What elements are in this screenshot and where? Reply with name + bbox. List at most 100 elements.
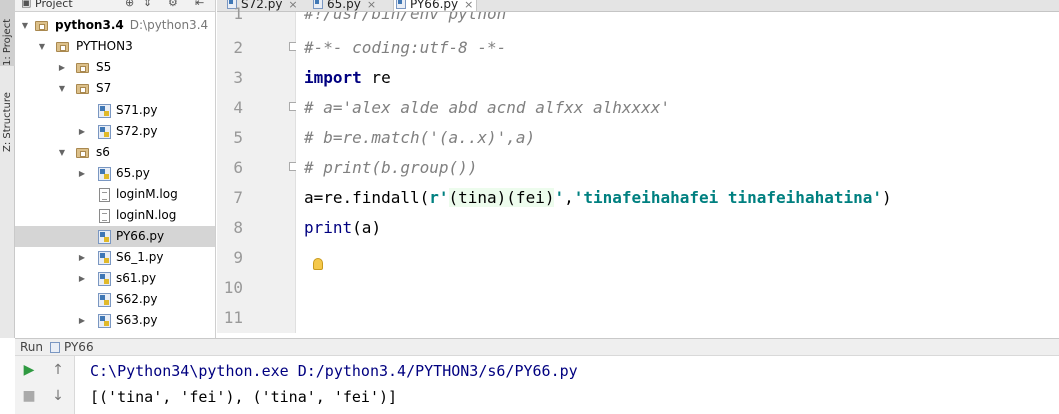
tree-item-label: PY66.py xyxy=(116,229,165,243)
tree-file-s63[interactable]: ▶ S63.py xyxy=(15,310,215,331)
keyword-import: import xyxy=(304,68,362,87)
gear-icon[interactable]: ⚙ xyxy=(168,0,178,9)
line-number: 5 xyxy=(233,128,243,147)
tree-item-label: S6_1.py xyxy=(116,250,164,264)
expand-arrow-icon[interactable]: ▼ xyxy=(37,36,47,57)
line-number: 7 xyxy=(233,188,243,207)
tab-py66[interactable]: PY66.py × xyxy=(393,0,477,11)
tree-file-s72[interactable]: ▶ S72.py xyxy=(15,121,215,142)
run-toolbar: ▶ ↑ ■ ↓ xyxy=(15,356,75,414)
tree-file-loginm[interactable]: loginM.log xyxy=(15,184,215,205)
tree-folder-python3[interactable]: ▼ PYTHON3 xyxy=(15,36,215,57)
folder-icon xyxy=(35,21,48,31)
tree-item-label: loginN.log xyxy=(116,208,177,222)
tree-root-python34[interactable]: ▼ python3.4 D:\python3.4 xyxy=(15,15,215,36)
code-text: a=re.findall( xyxy=(304,188,430,207)
tool-window-strip: 1: Project Z: Structure xyxy=(0,0,15,338)
string-literal: 'tinafeihahafei tinafeihahatina' xyxy=(573,188,882,207)
project-tool-tab-label: 1: Project xyxy=(2,18,13,66)
code-line-7: a=re.findall(r'(tina)(fei)','tinafeihaha… xyxy=(304,188,892,207)
close-icon[interactable]: × xyxy=(288,0,297,11)
tree-item-label: loginM.log xyxy=(116,187,178,201)
log-file-icon xyxy=(99,209,110,223)
hide-icon[interactable]: ⇤ xyxy=(195,0,204,9)
editor-tab-bar: S72.py × 65.py × PY66.py × xyxy=(217,0,1059,12)
tree-file-s61[interactable]: ▶ s61.py xyxy=(15,268,215,289)
collapse-arrow-icon[interactable]: ▶ xyxy=(77,247,87,268)
tree-item-label: s61.py xyxy=(116,271,157,285)
run-console[interactable]: C:\Python34\python.exe D:/python3.4/PYTH… xyxy=(76,356,1059,414)
target-icon[interactable]: ⊕ xyxy=(125,0,134,9)
code-line-2: #-*- coding:utf-8 -*- xyxy=(304,38,507,57)
line-number: 4 xyxy=(233,98,243,117)
code-line-3: import re xyxy=(304,68,391,87)
run-icon[interactable]: ▶ xyxy=(21,362,37,378)
project-tool-tab[interactable]: 1: Project xyxy=(0,0,15,66)
up-arrow-icon[interactable]: ↑ xyxy=(50,362,66,378)
project-panel-header: ▣ Project ⊕ ⇕ ⚙ ⇤ xyxy=(15,0,215,12)
builtin-print: print xyxy=(304,218,353,237)
project-panel: ▣ Project ⊕ ⇕ ⚙ ⇤ ▼ python3.4 D:\python3.… xyxy=(15,0,216,338)
close-icon[interactable]: × xyxy=(464,0,473,11)
collapse-arrow-icon[interactable]: ▶ xyxy=(77,163,87,184)
tree-file-s71[interactable]: S71.py xyxy=(15,100,215,121)
tree-file-65[interactable]: ▶ 65.py xyxy=(15,163,215,184)
tree-item-label: S62.py xyxy=(116,292,158,306)
tree-file-s62[interactable]: S62.py xyxy=(15,289,215,310)
line-number: 6 xyxy=(233,158,243,177)
collapse-arrow-icon[interactable]: ▶ xyxy=(57,57,67,78)
expand-arrow-icon[interactable]: ▼ xyxy=(57,78,67,99)
project-panel-title: Project xyxy=(35,0,73,10)
collapse-arrow-icon[interactable]: ▶ xyxy=(77,121,87,142)
down-arrow-icon[interactable]: ↓ xyxy=(50,388,66,404)
python-file-icon xyxy=(98,272,111,286)
lightbulb-icon[interactable] xyxy=(313,258,323,270)
expand-arrow-icon[interactable]: ▼ xyxy=(20,15,30,36)
expand-arrow-icon[interactable]: ▼ xyxy=(57,142,67,163)
close-icon[interactable]: × xyxy=(367,0,376,11)
tree-file-s6-1[interactable]: ▶ S6_1.py xyxy=(15,247,215,268)
line-number: 3 xyxy=(233,68,243,87)
tree-file-loginn[interactable]: loginN.log xyxy=(15,205,215,226)
python-file-icon xyxy=(98,251,111,265)
tab-65[interactable]: 65.py × xyxy=(311,0,383,11)
code-line-8: print(a) xyxy=(304,218,381,237)
python-file-icon xyxy=(396,0,406,9)
folder-icon xyxy=(76,63,89,73)
tree-folder-s5[interactable]: ▶ S5 xyxy=(15,57,215,78)
code-text: (a) xyxy=(352,218,382,237)
line-number: 10 xyxy=(223,278,243,297)
tree-folder-s6[interactable]: ▼ s6 xyxy=(15,142,215,163)
structure-tool-tab-label: Z: Structure xyxy=(2,92,13,152)
tab-label: 65.py xyxy=(327,0,361,11)
collapse-icon[interactable]: ⇕ xyxy=(143,0,152,9)
run-panel-header: Run PY66 xyxy=(15,338,1059,356)
tab-label: S72.py xyxy=(241,0,283,11)
code-line-1: #!/usr/bin/env python xyxy=(304,12,507,23)
tree-item-label: S63.py xyxy=(116,313,158,327)
python-file-icon xyxy=(98,314,111,328)
line-number: 8 xyxy=(233,218,243,237)
collapse-arrow-icon[interactable]: ▶ xyxy=(77,310,87,331)
python-file-icon xyxy=(98,167,111,181)
tree-item-label: s6 xyxy=(96,145,110,159)
tree-folder-s7[interactable]: ▼ S7 xyxy=(15,78,215,99)
code-text: , xyxy=(564,188,574,207)
python-file-icon xyxy=(98,230,111,244)
collapse-arrow-icon[interactable]: ▶ xyxy=(77,268,87,289)
console-output: [('tina', 'fei'), ('tina', 'fei')] xyxy=(90,388,398,406)
raw-string-prefix: r' xyxy=(429,188,449,207)
tree-file-py66[interactable]: PY66.py xyxy=(15,226,215,247)
regex-pattern: (tina)(fei) xyxy=(448,188,555,207)
tree-item-label: S71.py xyxy=(116,103,158,117)
tree-root-path: D:\python3.4 xyxy=(129,18,209,32)
structure-tool-tab[interactable]: Z: Structure xyxy=(0,86,15,152)
python-file-icon xyxy=(98,104,111,118)
project-view-icon: ▣ xyxy=(21,0,32,9)
code-editor[interactable]: #!/usr/bin/env python #-*- coding:utf-8 … xyxy=(296,12,1059,333)
folder-icon xyxy=(76,148,89,158)
stop-icon[interactable]: ■ xyxy=(21,388,37,404)
folder-icon xyxy=(56,42,69,52)
line-number: 9 xyxy=(233,248,243,267)
console-command: C:\Python34\python.exe D:/python3.4/PYTH… xyxy=(90,362,578,380)
